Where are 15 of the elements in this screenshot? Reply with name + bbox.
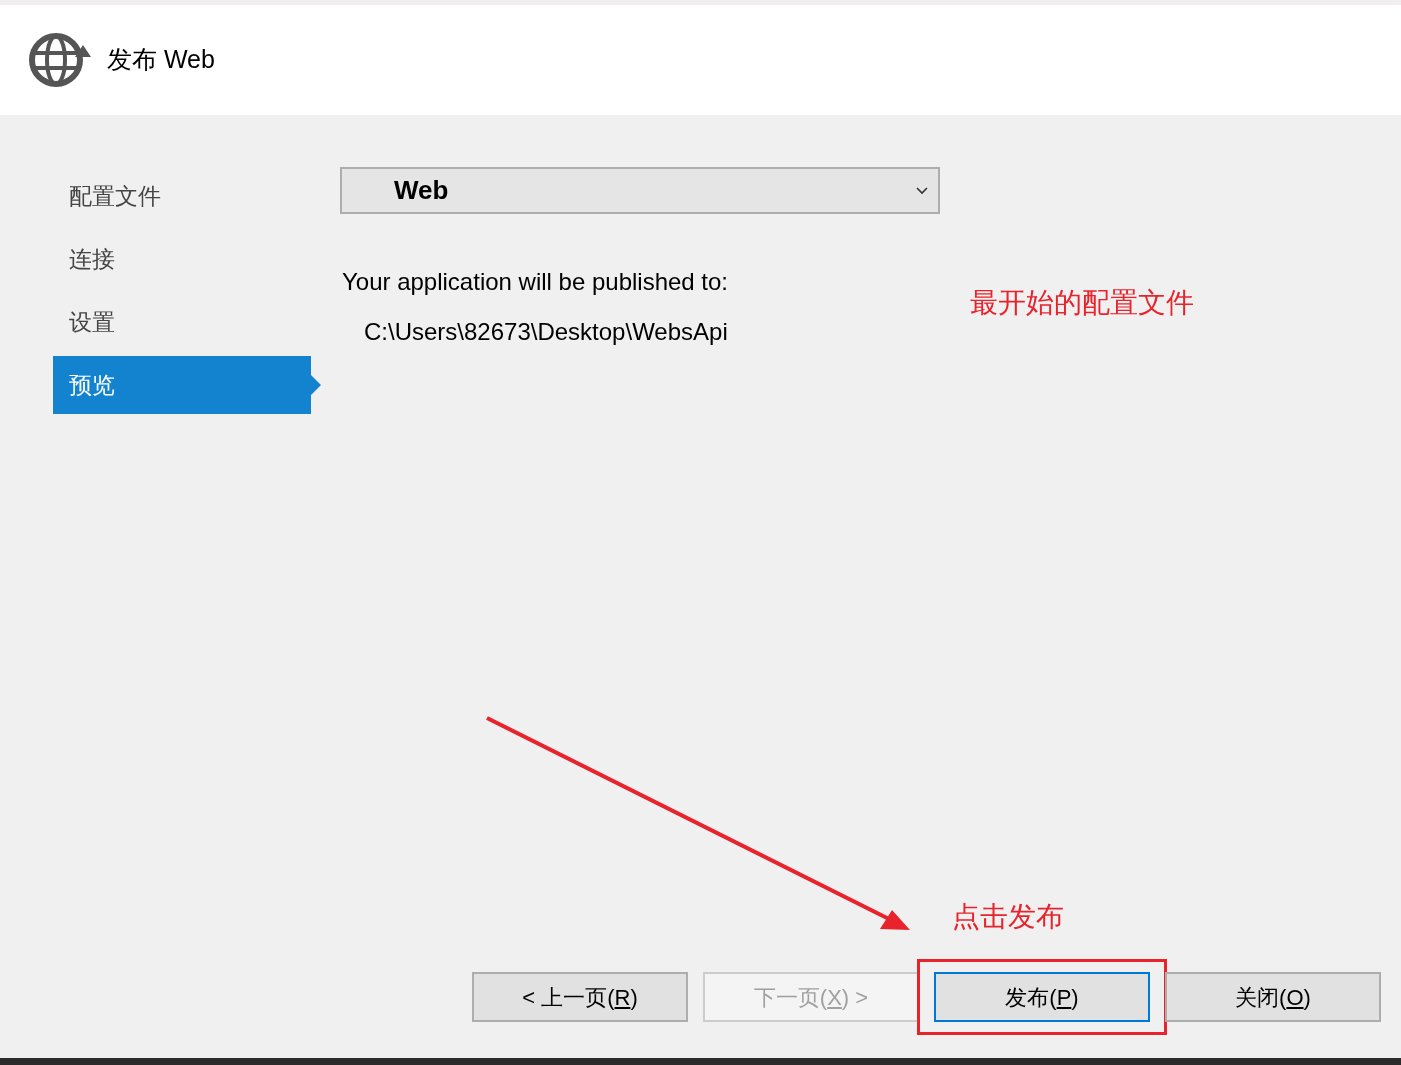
window-title: 发布 Web — [107, 44, 215, 76]
publish-heading: Your application will be published to: — [342, 267, 730, 297]
dialog-button[interactable]: < 上一页(R) — [472, 972, 688, 1022]
annotation-text: 最开始的配置文件 — [970, 285, 1194, 321]
profile-dropdown[interactable]: Web — [340, 167, 940, 214]
chevron-down-icon — [916, 186, 928, 195]
dialog-button[interactable]: 发布(P) — [934, 972, 1150, 1022]
dialog-button[interactable]: 关闭(O) — [1165, 972, 1381, 1022]
globe-refresh-icon — [27, 31, 93, 89]
sidebar-item[interactable]: 设置 — [53, 293, 321, 351]
publish-path: C:\Users\82673\Desktop\WebsApi — [364, 317, 729, 347]
sidebar-item[interactable]: 连接 — [53, 230, 321, 288]
sidebar-item[interactable]: 配置文件 — [53, 167, 321, 225]
sidebar-item[interactable]: 预览 — [53, 356, 321, 414]
annotation-text: 点击发布 — [952, 899, 1064, 935]
